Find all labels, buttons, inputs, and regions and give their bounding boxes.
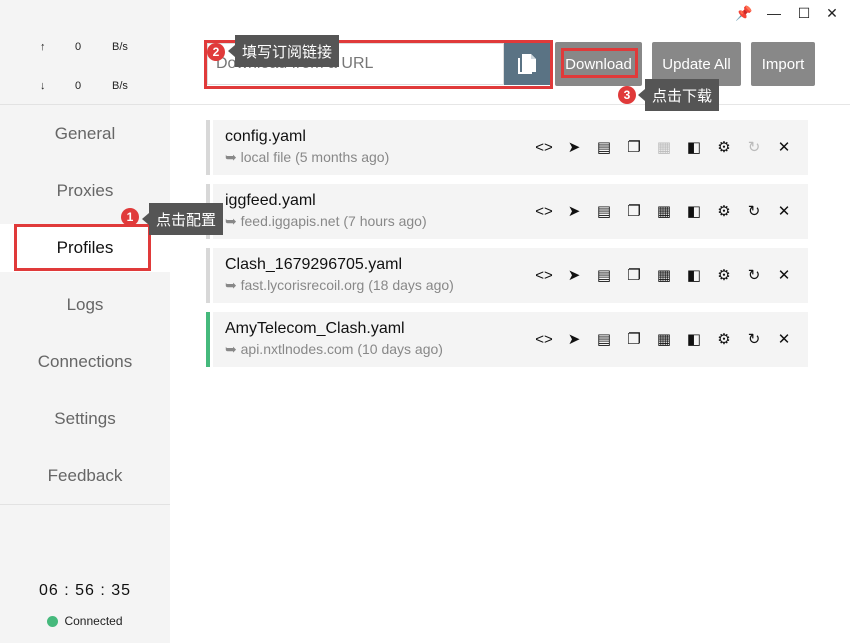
send-icon[interactable]: ➤ bbox=[559, 328, 589, 350]
qrcode-icon[interactable]: ▦ bbox=[649, 328, 679, 350]
upload-unit: B/s bbox=[112, 41, 128, 53]
gear-icon[interactable]: ⚙ bbox=[709, 264, 739, 286]
annotation-number: 3 bbox=[618, 86, 636, 104]
download-unit: B/s bbox=[112, 80, 128, 92]
profile-card[interactable]: config.yaml ➥ local file (5 months ago) … bbox=[213, 120, 808, 175]
gear-icon[interactable]: ⚙ bbox=[709, 328, 739, 350]
code-icon[interactable]: <> bbox=[529, 136, 559, 158]
minimize-button[interactable]: — bbox=[762, 4, 786, 22]
list-icon[interactable]: ▤ bbox=[589, 136, 619, 158]
refresh-icon[interactable]: ↻ bbox=[739, 264, 769, 286]
qrcode-icon[interactable]: ▦ bbox=[649, 200, 679, 222]
pin-icon[interactable]: 📌 bbox=[732, 4, 756, 22]
list-icon[interactable]: ▤ bbox=[589, 264, 619, 286]
copy-icon[interactable]: ❐ bbox=[619, 200, 649, 222]
upload-arrow-icon: ↑ bbox=[40, 41, 46, 53]
send-icon[interactable]: ➤ bbox=[559, 200, 589, 222]
profile-source: ➥ api.nxtlnodes.com (10 days ago) bbox=[225, 341, 443, 357]
annotation-tooltip: 点击配置 bbox=[141, 203, 224, 235]
profile-actions: <> ➤ ▤ ❐ ▦ ◧ ⚙ ↻ ✕ bbox=[529, 328, 799, 350]
profile-name: Clash_1679296705.yaml bbox=[225, 256, 403, 273]
profile-source: ➥ feed.iggapis.net (7 hours ago) bbox=[225, 213, 427, 229]
qrcode-icon[interactable]: ▦ bbox=[649, 264, 679, 286]
sidebar-item-general[interactable]: General bbox=[0, 110, 170, 158]
gear-icon[interactable]: ⚙ bbox=[709, 200, 739, 222]
profile-name: iggfeed.yaml bbox=[225, 192, 316, 209]
copy-icon[interactable]: ❐ bbox=[619, 264, 649, 286]
profile-source: ➥ fast.lycorisrecoil.org (18 days ago) bbox=[225, 277, 454, 293]
profile-card[interactable]: iggfeed.yaml ➥ feed.iggapis.net (7 hours… bbox=[213, 184, 808, 239]
divider bbox=[0, 504, 170, 505]
header-divider bbox=[170, 104, 850, 105]
send-icon[interactable]: ➤ bbox=[559, 264, 589, 286]
maximize-button[interactable]: ☐ bbox=[792, 4, 816, 22]
connection-status: Connected bbox=[0, 614, 170, 628]
list-icon[interactable]: ▤ bbox=[589, 200, 619, 222]
import-button[interactable]: Import bbox=[751, 42, 815, 86]
profile-indicator bbox=[206, 248, 210, 303]
status-text: Connected bbox=[64, 614, 123, 628]
send-icon[interactable]: ➤ bbox=[559, 136, 589, 158]
divider bbox=[0, 104, 170, 105]
profile-actions: <> ➤ ▤ ❐ ▦ ◧ ⚙ ↻ ✕ bbox=[529, 200, 799, 222]
close-window-button[interactable]: ✕ bbox=[820, 4, 844, 22]
close-icon[interactable]: ✕ bbox=[769, 200, 799, 222]
close-icon[interactable]: ✕ bbox=[769, 264, 799, 286]
download-arrow-icon: ↓ bbox=[40, 80, 46, 92]
upload-value: 0 bbox=[75, 41, 82, 53]
sidebar-item-logs[interactable]: Logs bbox=[0, 281, 170, 329]
profile-source: ➥ local file (5 months ago) bbox=[225, 149, 390, 165]
profile-card-active[interactable]: AmyTelecom_Clash.yaml ➥ api.nxtlnodes.co… bbox=[213, 312, 808, 367]
annotation-tooltip: 填写订阅链接 bbox=[227, 35, 340, 67]
profile-indicator bbox=[206, 120, 210, 175]
download-speed: ↓ 0 B/s bbox=[0, 77, 170, 97]
list-icon[interactable]: ▤ bbox=[589, 328, 619, 350]
annotation-number: 2 bbox=[207, 43, 225, 61]
refresh-icon: ↻ bbox=[747, 139, 761, 156]
code-icon[interactable]: <> bbox=[529, 328, 559, 350]
sidebar-item-connections[interactable]: Connections bbox=[0, 338, 170, 386]
copy-icon[interactable]: ❐ bbox=[619, 136, 649, 158]
profile-actions: <> ➤ ▤ ❐ ▦ ◧ ⚙ ↻ ✕ bbox=[529, 264, 799, 286]
profile-card[interactable]: Clash_1679296705.yaml ➥ fast.lycorisreco… bbox=[213, 248, 808, 303]
compare-icon[interactable]: ◧ bbox=[679, 136, 709, 158]
gear-icon[interactable]: ⚙ bbox=[709, 136, 739, 158]
annotation-box-profiles bbox=[14, 224, 151, 271]
profile-actions: <> ➤ ▤ ❐ ▦ ◧ ⚙ ↻ ✕ bbox=[529, 136, 799, 158]
profile-name: AmyTelecom_Clash.yaml bbox=[225, 320, 405, 337]
download-value: 0 bbox=[75, 80, 82, 92]
close-icon[interactable]: ✕ bbox=[769, 136, 799, 158]
annotation-tooltip: 点击下载 bbox=[637, 79, 720, 111]
status-dot-icon bbox=[47, 615, 59, 627]
code-icon[interactable]: <> bbox=[529, 200, 559, 222]
refresh-icon[interactable]: ↻ bbox=[739, 328, 769, 350]
uptime-clock: 06 : 56 : 35 bbox=[38, 582, 132, 599]
compare-icon[interactable]: ◧ bbox=[679, 200, 709, 222]
copy-icon[interactable]: ❐ bbox=[619, 328, 649, 350]
upload-speed: ↑ 0 B/s bbox=[0, 38, 170, 58]
sidebar-item-proxies[interactable]: Proxies bbox=[0, 167, 170, 215]
refresh-icon[interactable]: ↻ bbox=[739, 200, 769, 222]
profile-indicator-active bbox=[206, 312, 210, 367]
sidebar-item-settings[interactable]: Settings bbox=[0, 395, 170, 443]
compare-icon[interactable]: ◧ bbox=[679, 328, 709, 350]
sidebar: ↑ 0 B/s ↓ 0 B/s General Proxies Profiles… bbox=[0, 0, 170, 643]
compare-icon[interactable]: ◧ bbox=[679, 264, 709, 286]
qrcode-icon: ▦ bbox=[656, 139, 672, 156]
close-icon[interactable]: ✕ bbox=[769, 328, 799, 350]
sidebar-item-feedback[interactable]: Feedback bbox=[0, 452, 170, 500]
code-icon[interactable]: <> bbox=[529, 264, 559, 286]
annotation-box-download bbox=[561, 48, 638, 78]
annotation-number: 1 bbox=[121, 208, 139, 226]
profile-name: config.yaml bbox=[225, 128, 306, 145]
